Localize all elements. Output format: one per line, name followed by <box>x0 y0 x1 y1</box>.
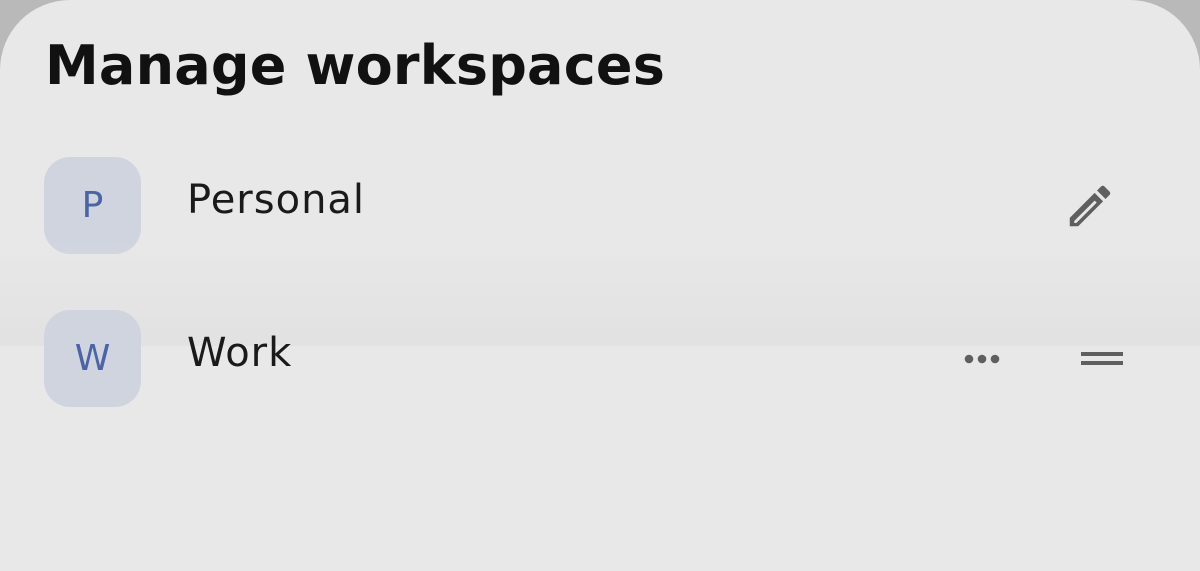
workspace-name: Work <box>187 330 293 376</box>
more-options-button[interactable] <box>952 337 1012 381</box>
page-title: Manage workspaces <box>45 34 666 97</box>
avatar-initial: P <box>81 185 104 226</box>
workspace-avatar: W <box>44 310 141 407</box>
avatar-initial: W <box>74 338 111 379</box>
drag-handle[interactable] <box>1072 337 1132 381</box>
drag-handle-icon <box>1081 352 1123 365</box>
pencil-icon <box>1069 185 1111 227</box>
manage-workspaces-sheet: Manage workspaces P Personal W Work <box>0 0 1200 571</box>
edit-workspace-button[interactable] <box>1060 178 1120 234</box>
workspace-name: Personal <box>187 177 366 223</box>
more-horizontal-icon <box>964 354 1000 364</box>
workspace-row-work[interactable]: W Work <box>0 303 1200 413</box>
